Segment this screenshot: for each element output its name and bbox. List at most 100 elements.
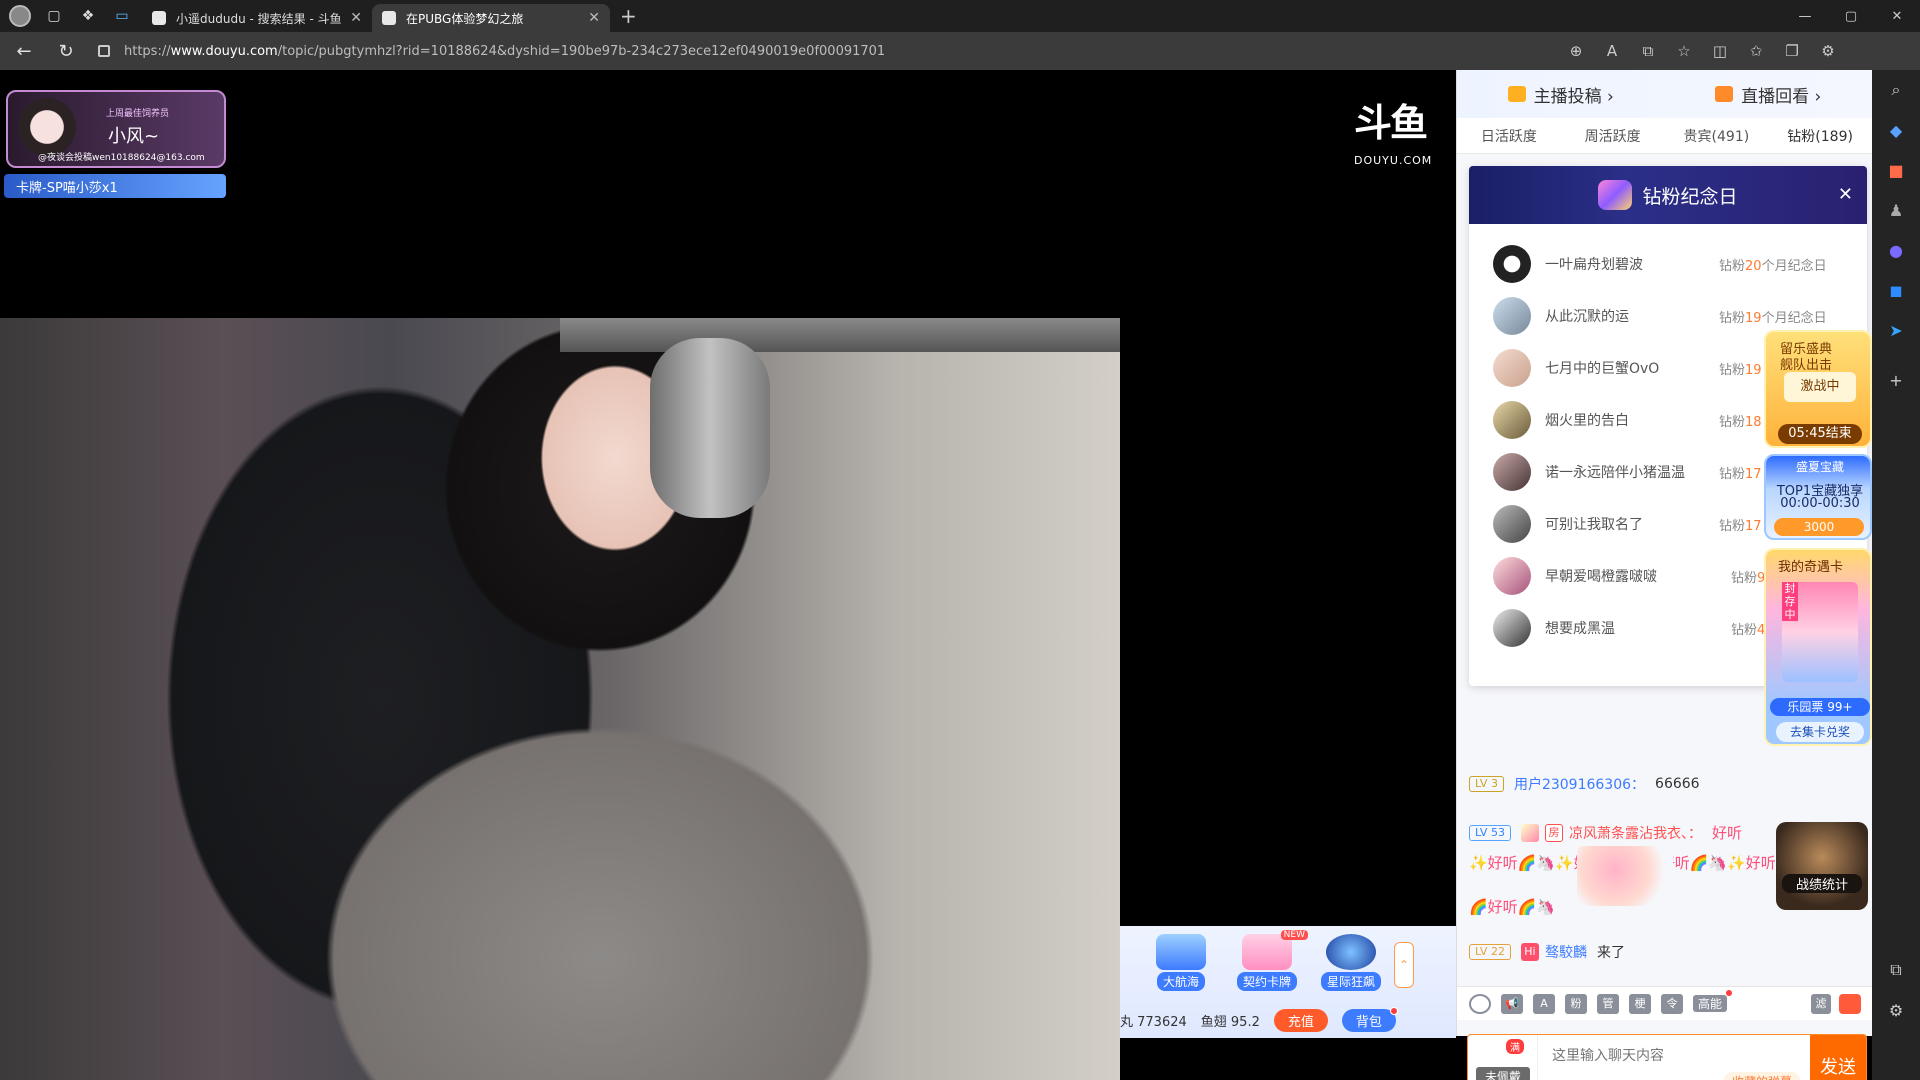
people-icon[interactable]: ♟ bbox=[1872, 190, 1920, 230]
outlook-icon[interactable]: ◼ bbox=[1872, 270, 1920, 310]
send-icon[interactable]: ➤ bbox=[1872, 310, 1920, 350]
minimize-icon[interactable]: — bbox=[1782, 0, 1828, 32]
gift-interstellar[interactable]: 星际狂飙 bbox=[1310, 934, 1392, 994]
chat-username[interactable]: 用户2309166306： bbox=[1514, 774, 1645, 794]
fans-icon[interactable]: 粉 bbox=[1565, 993, 1587, 1014]
tag-prefix: 钻粉 bbox=[1731, 622, 1758, 638]
recharge-button[interactable]: 充值 bbox=[1273, 1008, 1328, 1032]
douyu-favicon-icon bbox=[152, 11, 166, 25]
tab-diamond-fans[interactable]: 钻粉(189) bbox=[1768, 118, 1872, 153]
settings-icon[interactable]: ⚙ bbox=[1872, 990, 1920, 1030]
event-status: 激战中 bbox=[1784, 372, 1856, 402]
broadcast-icon[interactable]: 📢 bbox=[1501, 993, 1523, 1014]
yuchi-balance: 鱼翅 95.2 bbox=[1200, 1014, 1260, 1030]
anniversary-tag: 钻粉20个月纪念日 bbox=[1719, 255, 1827, 274]
bilibili-tab-icon[interactable]: ▭ bbox=[108, 2, 136, 30]
park-ticket-count: 乐园票 99+ bbox=[1770, 698, 1870, 716]
manage-icon[interactable]: 管 bbox=[1597, 993, 1619, 1014]
close-icon[interactable]: ✕ bbox=[1838, 184, 1853, 205]
search-icon[interactable]: ⌕ bbox=[1872, 70, 1920, 110]
tab-pubg-topic[interactable]: 在PUBG体验梦幻之旅 ✕ bbox=[372, 4, 610, 32]
profile-icon[interactable] bbox=[6, 2, 34, 30]
app-available-icon[interactable]: ⧉ bbox=[1630, 36, 1666, 66]
chat-username[interactable]: 骜駮麟 bbox=[1545, 942, 1587, 962]
fan-name: 诺一永远陪伴小猪温温 bbox=[1545, 465, 1685, 481]
fan-name: 可别让我取名了 bbox=[1545, 517, 1643, 533]
zoom-icon[interactable]: ⊕ bbox=[1558, 36, 1594, 66]
chat-text: 66666 bbox=[1655, 776, 1700, 792]
toolbox-icon[interactable]: ■ bbox=[1872, 150, 1920, 190]
tab-weekly-activity[interactable]: 周活跃度 bbox=[1561, 118, 1665, 153]
collections-icon[interactable]: ❐ bbox=[1774, 36, 1810, 66]
full-badge: 满 bbox=[1506, 1039, 1524, 1054]
reload-button[interactable]: ↻ bbox=[48, 36, 84, 66]
room-medal: 房 bbox=[1544, 823, 1563, 842]
filter-button[interactable]: 滤 bbox=[1811, 994, 1831, 1014]
tab-vip[interactable]: 贵宾(491) bbox=[1665, 118, 1769, 153]
live-replay-link[interactable]: 直播回看 › bbox=[1665, 82, 1873, 107]
fan-badge-selector[interactable]: 满 未佩戴 bbox=[1468, 1035, 1538, 1080]
close-tab-icon[interactable]: ✕ bbox=[350, 10, 362, 26]
tab-search-results[interactable]: 小遥dududu - 搜索结果 - 斗鱼直 ✕ bbox=[142, 4, 372, 32]
read-aloud-icon[interactable]: A bbox=[1594, 36, 1630, 66]
new-tab-button[interactable]: + bbox=[620, 4, 637, 28]
back-button[interactable]: ← bbox=[6, 36, 42, 66]
chat-message-continued: 🌈好听🌈🦄 bbox=[1469, 896, 1555, 917]
favorites-icon[interactable]: ✩ bbox=[1738, 36, 1774, 66]
high-energy-button[interactable]: 高能 bbox=[1693, 990, 1733, 1012]
tab-daily-activity[interactable]: 日活跃度 bbox=[1457, 118, 1561, 153]
chat-text: 🌈好听🌈🦄 bbox=[1469, 898, 1556, 916]
redeem-card-button[interactable]: 去集卡兑奖 bbox=[1776, 722, 1864, 742]
chat-text: 好听 bbox=[1711, 824, 1742, 842]
tab-actions-icon[interactable]: ▢ bbox=[40, 2, 68, 30]
tag-prefix: 钻粉 bbox=[1719, 362, 1746, 378]
window-controls: — ▢ ✕ bbox=[1782, 0, 1920, 32]
workspace-icon[interactable]: ❖ bbox=[74, 2, 102, 30]
send-button[interactable]: 发送 bbox=[1810, 1035, 1866, 1080]
streamer-email: @夜谈会投稿wen10188624@163.com bbox=[38, 153, 205, 163]
backpack-button[interactable]: 背包 bbox=[1341, 1006, 1398, 1032]
list-item[interactable]: 一叶扁舟划碧波 钻粉20个月纪念日 bbox=[1469, 238, 1867, 290]
saved-danmaku-button[interactable]: 收藏的弹幕 bbox=[1723, 1072, 1800, 1080]
fleet-event-widget[interactable]: 留乐盛典 舰队出击 激战中 05:45结束 bbox=[1764, 330, 1872, 448]
copilot-icon[interactable]: ● bbox=[1872, 230, 1920, 270]
close-window-icon[interactable]: ✕ bbox=[1874, 0, 1920, 32]
tag-months: 17 bbox=[1745, 466, 1762, 482]
streamer-upload-link[interactable]: 主播投稿 › bbox=[1457, 82, 1665, 107]
browser-tab-bar: ▢ ❖ ▭ 小遥dududu - 搜索结果 - 斗鱼直 ✕ 在PUBG体验梦幻之… bbox=[0, 0, 1920, 32]
tag-prefix: 钻粉 bbox=[1719, 310, 1746, 326]
screenshot-icon[interactable]: ⧉ bbox=[1872, 950, 1920, 990]
treasure-widget[interactable]: 盛夏宝藏 TOP1宝藏独享 00:00-00:30 3000 bbox=[1764, 454, 1872, 540]
chat-input[interactable]: 这里输入聊天内容 收藏的弹幕 bbox=[1538, 1035, 1810, 1080]
font-style-icon[interactable]: A bbox=[1533, 993, 1555, 1014]
notification-dot bbox=[1389, 1006, 1398, 1015]
tab-title: 小遥dududu - 搜索结果 - 斗鱼直 bbox=[176, 11, 343, 26]
url-field[interactable]: https://www.douyu.com/topic/pubgtymhzl?r… bbox=[98, 36, 1558, 66]
encounter-card-widget[interactable]: 我的奇遇卡 封存中 乐园票 99+ 去集卡兑奖 bbox=[1764, 548, 1872, 746]
maximize-icon[interactable]: ▢ bbox=[1828, 0, 1874, 32]
split-screen-icon[interactable]: ◫ bbox=[1702, 36, 1738, 66]
avatar bbox=[1493, 505, 1531, 543]
planet-icon bbox=[1326, 934, 1376, 970]
tab-title: 在PUBG体验梦幻之旅 bbox=[406, 11, 524, 26]
extensions-icon[interactable]: ⚙ bbox=[1810, 36, 1846, 66]
video-player[interactable]: 上周最佳饲养员 小风~ @夜谈会投稿wen10188624@163.com 卡牌… bbox=[0, 70, 1456, 1080]
fan-name: 想要成黑温 bbox=[1545, 621, 1615, 637]
chat-username[interactable]: 凉风萧条露沾我衣、： bbox=[1569, 823, 1702, 843]
command-icon[interactable]: 令 bbox=[1661, 993, 1683, 1014]
gift-dahanghai[interactable]: 大航海 bbox=[1140, 934, 1222, 994]
favorite-star-icon[interactable]: ☆ bbox=[1666, 36, 1702, 66]
tag-icon[interactable]: ◆ bbox=[1872, 110, 1920, 150]
event-time: 05:45结束 bbox=[1778, 424, 1862, 444]
battle-stats-widget[interactable]: 战绩统计 bbox=[1776, 822, 1868, 910]
add-icon[interactable]: + bbox=[1872, 360, 1920, 400]
emoji-icon[interactable] bbox=[1469, 993, 1491, 1014]
chat-text: 来了 bbox=[1596, 945, 1625, 961]
close-tab-icon[interactable]: ✕ bbox=[588, 10, 600, 26]
gift-icon[interactable] bbox=[1839, 994, 1861, 1014]
card-title: 我的奇遇卡 bbox=[1778, 560, 1844, 575]
meme-icon[interactable]: 梗 bbox=[1629, 993, 1651, 1014]
more-gifts-button[interactable]: ⌃ bbox=[1394, 942, 1414, 988]
gift-contract-card[interactable]: NEW 契约卡牌 bbox=[1226, 930, 1308, 994]
avatar bbox=[1493, 349, 1531, 387]
